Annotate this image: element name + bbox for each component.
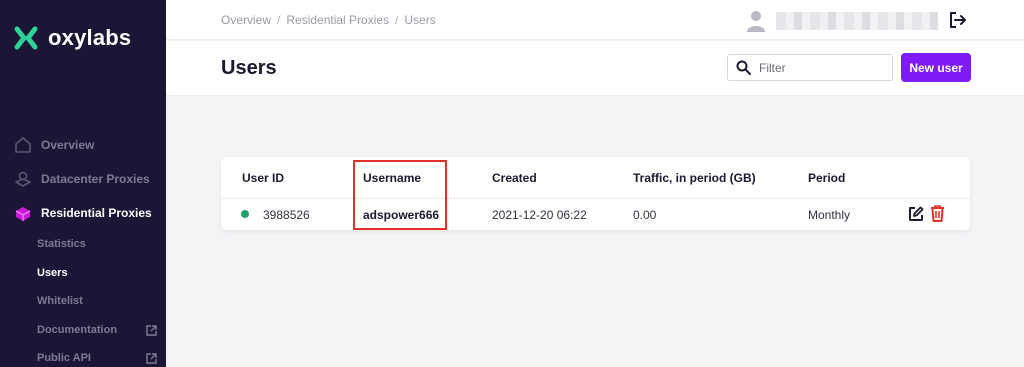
sidebar-item-residential-proxies[interactable]: Residential Proxies <box>14 204 152 222</box>
new-user-button[interactable]: New user <box>901 53 971 82</box>
datacenter-icon <box>15 171 31 187</box>
cell-user-id: 3988526 <box>263 208 310 222</box>
search-icon <box>736 60 751 75</box>
cell-created: 2021-12-20 06:22 <box>492 208 587 222</box>
column-header-traffic: Traffic, in period (GB) <box>633 171 756 185</box>
sidebar-subitem-whitelist[interactable]: Whitelist <box>37 295 83 307</box>
edit-icon[interactable] <box>908 206 924 222</box>
oxylabs-logo-icon <box>14 26 38 50</box>
logo[interactable]: oxylabs <box>14 25 131 51</box>
sidebar-subitem-documentation[interactable]: Documentation <box>37 324 157 336</box>
users-table: User ID Username Created Traffic, in per… <box>221 157 970 230</box>
external-link-icon <box>146 325 157 336</box>
trash-icon[interactable] <box>930 205 945 222</box>
logo-text: oxylabs <box>48 25 132 50</box>
cell-traffic: 0.00 <box>633 208 657 222</box>
top-bar: Overview / Residential Proxies / Users <box>166 0 1024 40</box>
cell-username: adspower666 <box>363 208 440 222</box>
logout-icon[interactable] <box>949 11 967 29</box>
sidebar-subitem-statistics[interactable]: Statistics <box>37 238 86 250</box>
breadcrumb-separator: / <box>277 13 281 27</box>
filter-box[interactable] <box>727 54 893 81</box>
sidebar-item-label: Residential Proxies <box>41 206 152 220</box>
header-divider <box>221 198 970 199</box>
sidebar-item-label: Overview <box>41 138 95 152</box>
sidebar-subitem-label: Whitelist <box>37 295 83 307</box>
sidebar-subitem-users[interactable]: Users <box>37 267 68 279</box>
sidebar-item-overview[interactable]: Overview <box>14 136 94 154</box>
breadcrumb-overview[interactable]: Overview <box>221 13 271 27</box>
status-dot <box>241 210 249 218</box>
column-header-created: Created <box>492 171 537 185</box>
breadcrumb-residential-proxies[interactable]: Residential Proxies <box>286 13 389 27</box>
column-header-username: Username <box>363 171 422 185</box>
sidebar-subitem-label: Documentation <box>37 324 118 336</box>
residential-icon <box>15 207 31 221</box>
filter-input[interactable] <box>759 59 887 77</box>
cell-period: Monthly <box>808 208 851 222</box>
home-icon <box>15 137 31 153</box>
avatar-icon[interactable] <box>746 10 766 32</box>
external-link-icon <box>146 353 157 364</box>
username-redacted <box>776 12 938 30</box>
sidebar-item-label: Datacenter Proxies <box>41 172 150 186</box>
sidebar: oxylabs Overview Datacenter Proxies Resi… <box>0 0 166 367</box>
breadcrumb: Overview / Residential Proxies / Users <box>221 13 436 27</box>
sidebar-item-datacenter-proxies[interactable]: Datacenter Proxies <box>14 170 150 188</box>
column-header-period: Period <box>808 171 846 185</box>
sidebar-subitem-label: Public API <box>37 352 91 364</box>
breadcrumb-separator: / <box>395 13 399 27</box>
sidebar-subitem-label: Statistics <box>37 238 86 250</box>
page-header: Users New user <box>166 41 1024 96</box>
column-header-user-id: User ID <box>242 171 285 185</box>
sidebar-subitem-label: Users <box>37 267 68 279</box>
breadcrumb-users: Users <box>404 13 436 27</box>
page-title: Users <box>221 57 277 79</box>
sidebar-subitem-public-api[interactable]: Public API <box>37 352 157 364</box>
